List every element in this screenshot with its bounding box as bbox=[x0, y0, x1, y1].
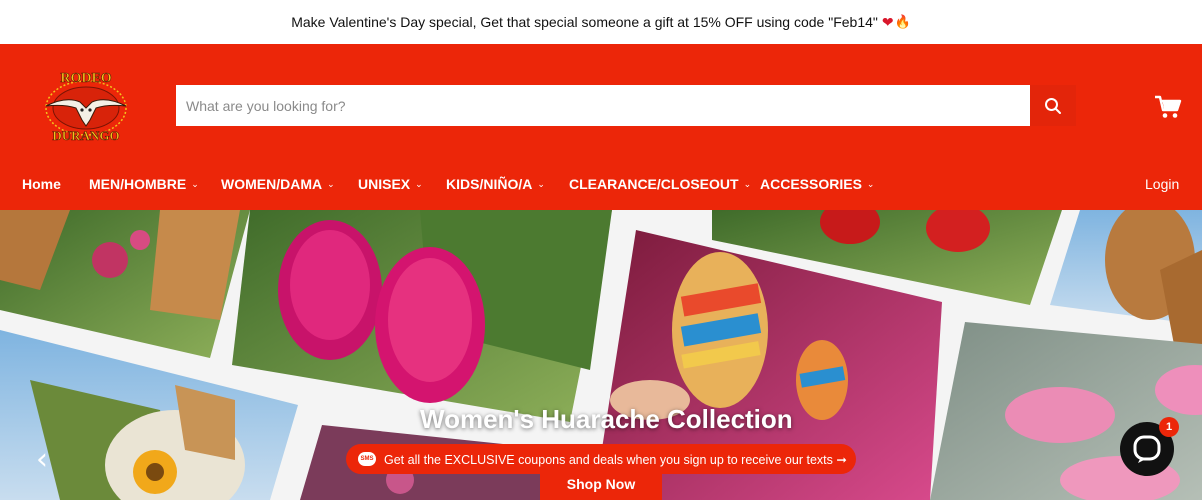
rodeo-durango-logo[interactable]: RODEO DURANGO bbox=[38, 68, 134, 146]
nav-label: ACCESSORIES bbox=[760, 176, 862, 192]
chevron-down-icon: ⌄ bbox=[743, 179, 752, 189]
heart-icon: ❤ bbox=[881, 13, 894, 30]
chevron-down-icon: ⌄ bbox=[415, 179, 423, 189]
search-form bbox=[176, 85, 1076, 126]
announcement-text: Make Valentine's Day special, Get that s… bbox=[291, 14, 878, 30]
nav-label: Home bbox=[22, 176, 61, 192]
hero-banner[interactable]: Women's Huarache Collection ‹ SMS Get al… bbox=[0, 210, 1202, 500]
nav-label: MEN/HOMBRE bbox=[89, 176, 187, 192]
svg-text:RODEO: RODEO bbox=[60, 71, 111, 86]
nav-label: KIDS/NIÑO/A bbox=[446, 176, 533, 192]
nav-item-women[interactable]: WOMEN/DAMA ⌄ bbox=[221, 176, 335, 192]
chevron-down-icon: ⌄ bbox=[191, 179, 199, 189]
nav-label: WOMEN/DAMA bbox=[221, 176, 323, 192]
nav-item-accessories[interactable]: ACCESSORIES ⌄ bbox=[760, 176, 874, 192]
shop-now-button[interactable]: Shop Now bbox=[540, 467, 662, 500]
sms-icon: SMS bbox=[358, 452, 376, 466]
cart-icon[interactable] bbox=[1154, 94, 1182, 120]
chevron-left-icon[interactable]: ‹ bbox=[36, 442, 48, 477]
chat-icon bbox=[1133, 435, 1161, 463]
nav-item-unisex[interactable]: UNISEX ⌄ bbox=[358, 176, 423, 192]
search-icon bbox=[1045, 97, 1061, 114]
search-input[interactable] bbox=[176, 85, 1029, 126]
nav-label: UNISEX bbox=[358, 176, 411, 192]
hero-title: Women's Huarache Collection bbox=[420, 404, 793, 434]
main-nav: Home MEN/HOMBRE ⌄ WOMEN/DAMA ⌄ UNISEX ⌄ KID… bbox=[0, 172, 1202, 202]
announcement-bar: Make Valentine's Day special, Get that s… bbox=[0, 0, 1202, 44]
nav-item-clearance[interactable]: CLEARANCE/CLOSEOUT ⌄ bbox=[569, 176, 751, 192]
nav-item-kids[interactable]: KIDS/NIÑO/A ⌄ bbox=[446, 176, 545, 192]
chevron-down-icon: ⌄ bbox=[327, 179, 335, 189]
fire-icon: 🔥 bbox=[894, 14, 911, 29]
login-link[interactable]: Login bbox=[1145, 176, 1179, 192]
chevron-down-icon: ⌄ bbox=[537, 179, 545, 189]
nav-label: CLEARANCE/CLOSEOUT bbox=[569, 176, 739, 192]
sms-signup-text: Get all the EXCLUSIVE coupons and deals … bbox=[384, 452, 847, 467]
svg-text:DURANGO: DURANGO bbox=[52, 128, 119, 143]
nav-item-home[interactable]: Home bbox=[22, 176, 61, 192]
nav-item-men[interactable]: MEN/HOMBRE ⌄ bbox=[89, 176, 199, 192]
chevron-down-icon: ⌄ bbox=[866, 179, 875, 189]
chat-notification-badge: 1 bbox=[1159, 417, 1179, 437]
search-button[interactable] bbox=[1029, 85, 1076, 126]
